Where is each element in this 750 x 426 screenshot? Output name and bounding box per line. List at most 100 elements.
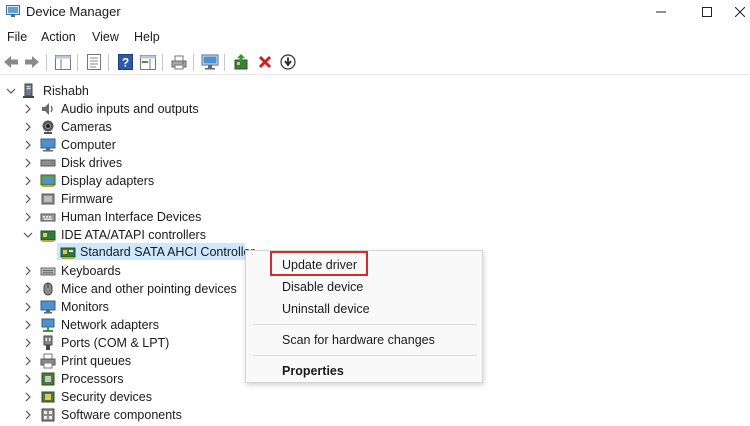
menu-item-scan-hardware[interactable]: Scan for hardware changes	[282, 333, 435, 347]
tree-category-item[interactable]: Monitors	[0, 298, 260, 316]
tree-category-item[interactable]: Firmware	[0, 190, 260, 208]
chevron-right-icon[interactable]	[22, 337, 34, 349]
mouse-icon	[43, 282, 53, 296]
disable-device-button[interactable]	[279, 53, 297, 71]
tree-category-item[interactable]: Software components	[0, 406, 260, 424]
tree-item-standard-sata-ahci-controller[interactable]: Standard SATA AHCI Controller	[0, 243, 260, 261]
red-x-icon	[258, 55, 272, 69]
chevron-right-icon[interactable]	[22, 103, 34, 115]
tree-category-item[interactable]: Audio inputs and outputs	[0, 100, 260, 118]
webcam-icon	[42, 120, 54, 134]
properties-toolbar-button[interactable]	[85, 53, 103, 71]
uninstall-device-button[interactable]	[256, 53, 274, 71]
action-pane-button[interactable]	[139, 53, 157, 71]
close-icon	[735, 7, 745, 17]
tree-category-item[interactable]: Computer	[0, 136, 260, 154]
controller-card-icon	[60, 247, 76, 259]
chevron-down-icon[interactable]	[5, 85, 17, 97]
tree-category-item[interactable]: Ports (COM & LPT)	[0, 334, 260, 352]
software-component-icon	[41, 408, 55, 422]
menu-item-uninstall-device[interactable]: Uninstall device	[282, 302, 370, 316]
tree-category-label: Mice and other pointing devices	[61, 282, 237, 296]
monitor-scan-icon	[201, 54, 219, 70]
tree-category-item[interactable]: Processors	[0, 370, 260, 388]
tree-category-label: Computer	[61, 138, 116, 152]
update-driver-icon	[234, 54, 248, 70]
tree-category-item[interactable]: Print queues	[0, 352, 260, 370]
tree-category-item[interactable]: Mice and other pointing devices	[0, 280, 260, 298]
tree-category-label: Keyboards	[61, 264, 121, 278]
tree-category-item[interactable]: Keyboards	[0, 262, 260, 280]
menu-item-properties[interactable]: Properties	[282, 364, 344, 378]
help-icon: ?	[117, 54, 133, 70]
computer-tower-icon	[23, 83, 34, 98]
action-pane-icon	[140, 54, 156, 70]
tree-category-item[interactable]: Security devices	[0, 388, 260, 406]
chevron-right-icon[interactable]	[22, 319, 34, 331]
menu-action[interactable]: Action	[41, 30, 76, 44]
tree-category-label: Monitors	[61, 300, 109, 314]
tree-category-label: Human Interface Devices	[61, 210, 202, 224]
chevron-right-icon[interactable]	[22, 193, 34, 205]
print-button[interactable]	[170, 53, 188, 71]
processor-icon	[41, 372, 55, 386]
menu-help[interactable]: Help	[134, 30, 160, 44]
back-button[interactable]	[2, 53, 20, 71]
speaker-icon	[42, 103, 53, 115]
title-bar: Device Manager	[0, 0, 750, 24]
forward-button[interactable]	[23, 53, 41, 71]
network-adapter-icon	[41, 318, 55, 332]
menu-view[interactable]: View	[92, 30, 119, 44]
toolbar-separator	[224, 54, 225, 71]
device-manager-icon	[6, 5, 20, 17]
chevron-right-icon[interactable]	[22, 139, 34, 151]
printer-icon	[171, 55, 187, 69]
chevron-right-icon[interactable]	[22, 301, 34, 313]
chevron-right-icon[interactable]	[22, 175, 34, 187]
ide-controller-icon	[40, 230, 56, 242]
update-driver-button[interactable]	[232, 53, 250, 71]
tree-category-item[interactable]: Human Interface Devices	[0, 208, 260, 226]
tree-category-label: Disk drives	[61, 156, 123, 170]
chevron-right-icon[interactable]	[22, 157, 34, 169]
chevron-right-icon[interactable]	[22, 211, 34, 223]
chevron-right-icon[interactable]	[22, 283, 34, 295]
tree-category-label: Cameras	[61, 120, 112, 134]
tree-category-label: Display adapters	[61, 174, 155, 188]
tree-category-item[interactable]: Network adapters	[0, 316, 260, 334]
tree-category-label: IDE ATA/ATAPI controllers	[61, 228, 206, 242]
tree-category-item[interactable]: Disk drives	[0, 154, 260, 172]
menu-separator	[253, 355, 477, 356]
monitor-icon	[40, 300, 56, 314]
toolbar-separator	[108, 54, 109, 71]
help-button[interactable]: ?	[116, 53, 134, 71]
window-title: Device Manager	[26, 4, 121, 19]
console-tree-icon	[55, 54, 71, 70]
close-button[interactable]	[730, 0, 750, 24]
menu-item-disable-device[interactable]: Disable device	[282, 280, 363, 294]
hid-icon	[40, 213, 56, 222]
keyboard-icon	[40, 267, 56, 276]
chevron-right-icon[interactable]	[22, 265, 34, 277]
chevron-right-icon[interactable]	[22, 373, 34, 385]
chevron-down-icon[interactable]	[22, 229, 34, 241]
tree-category-item[interactable]: Cameras	[0, 118, 260, 136]
menu-separator	[253, 324, 477, 325]
minimize-button[interactable]	[638, 0, 684, 24]
chevron-right-icon[interactable]	[22, 355, 34, 367]
update-driver-highlight-box	[270, 251, 368, 276]
tree-root-rishabh[interactable]: Rishabh	[0, 82, 260, 100]
tree-category-label: Software components	[61, 408, 182, 422]
chevron-right-icon[interactable]	[22, 409, 34, 421]
properties-sheet-icon	[87, 54, 101, 70]
tree-category-item[interactable]: Display adapters	[0, 172, 260, 190]
show-hide-console-tree-button[interactable]	[54, 53, 72, 71]
selected-device-label: Standard SATA AHCI Controller	[80, 245, 255, 259]
scan-hardware-button[interactable]	[201, 53, 219, 71]
tree-category-item[interactable]: IDE ATA/ATAPI controllers	[0, 226, 260, 244]
firmware-chip-icon	[41, 193, 55, 205]
chevron-right-icon[interactable]	[22, 391, 34, 403]
maximize-button[interactable]	[684, 0, 730, 24]
chevron-right-icon[interactable]	[22, 121, 34, 133]
menu-file[interactable]: File	[7, 30, 27, 44]
